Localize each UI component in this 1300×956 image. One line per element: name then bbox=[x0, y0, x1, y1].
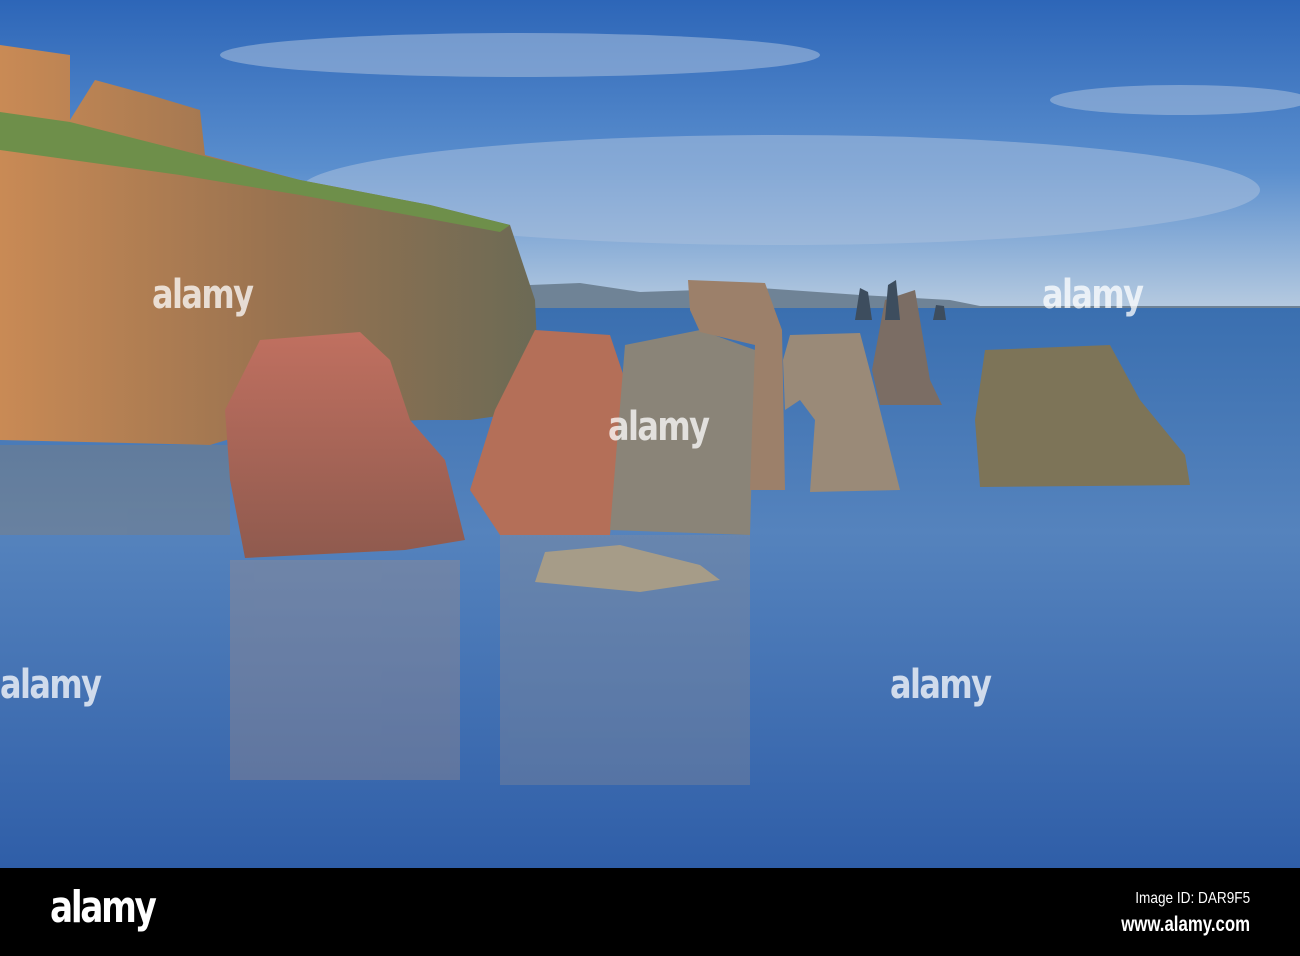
alamy-logo: alamy bbox=[50, 882, 157, 933]
watermark: alamy bbox=[0, 662, 102, 708]
watermark: alamy bbox=[152, 272, 254, 318]
watermark: alamy bbox=[608, 404, 710, 450]
footer-bar: alamy Image ID: DAR9F5 www.alamy.com bbox=[0, 868, 1300, 956]
site-url[interactable]: www.alamy.com bbox=[1121, 913, 1250, 937]
stock-photo-page: alamy alamy alamy alamy alamy alamy Imag… bbox=[0, 0, 1300, 956]
image-id: Image ID: DAR9F5 bbox=[1135, 890, 1250, 907]
watermark: alamy bbox=[890, 662, 992, 708]
watermark: alamy bbox=[1042, 272, 1144, 318]
